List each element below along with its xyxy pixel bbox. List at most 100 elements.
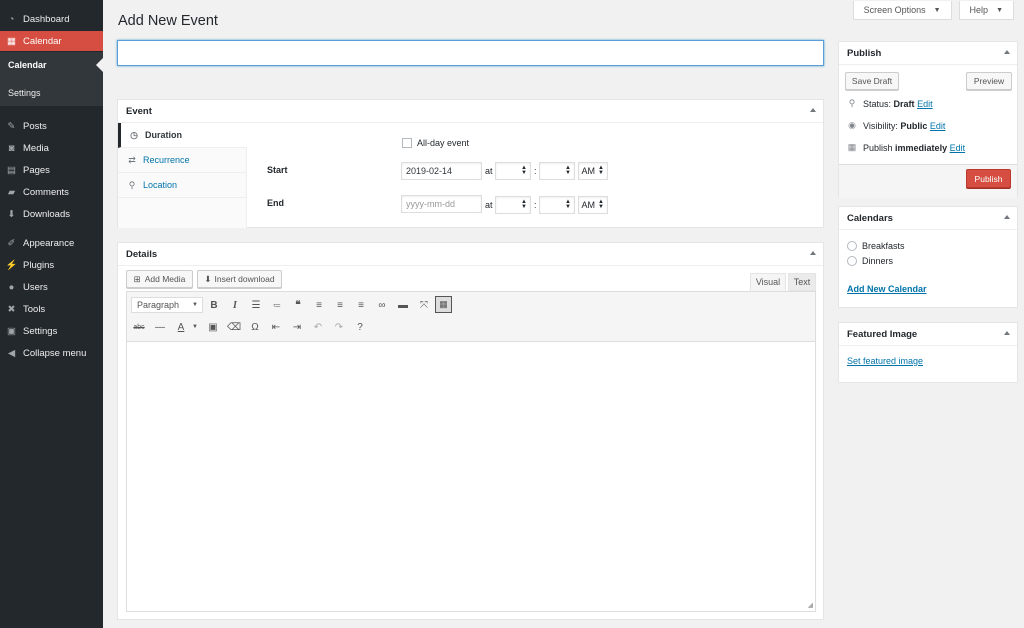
add-media-button[interactable]: ⊞ Add Media: [126, 270, 193, 288]
tab-duration[interactable]: ◷ Duration: [118, 123, 247, 148]
collapse-menu-button[interactable]: ◀ Collapse menu: [0, 343, 103, 363]
blockquote-icon[interactable]: ❝: [291, 298, 305, 312]
current-menu-arrow: [96, 58, 103, 72]
start-ampm-select[interactable]: AM ▲ ▼: [578, 162, 608, 180]
end-colon: :: [534, 200, 537, 210]
submenu-settings[interactable]: Settings: [8, 88, 41, 98]
indent-icon[interactable]: ⇥: [290, 320, 304, 334]
pin-icon: ⚲: [848, 98, 856, 108]
calendars-box: Calendars Breakfasts Dinners Add New Cal…: [838, 206, 1018, 308]
clear-formatting-icon[interactable]: ⌫: [227, 320, 241, 334]
sidebar-item-comments[interactable]: ▰ Comments: [0, 182, 103, 202]
resize-handle-icon[interactable]: ◢: [808, 601, 813, 609]
submenu-calendar[interactable]: Calendar: [8, 60, 47, 70]
outdent-icon[interactable]: ⇤: [269, 320, 283, 334]
collapse-icon: ◀: [7, 347, 16, 359]
toolbar-toggle-icon[interactable]: ▦: [435, 296, 452, 313]
tab-recurrence[interactable]: ⇄ Recurrence: [118, 148, 246, 173]
toggle-arrow-icon[interactable]: [810, 108, 816, 112]
start-at-label: at: [485, 166, 493, 176]
sidebar-item-pages[interactable]: ▤ Pages: [0, 160, 103, 180]
tab-location[interactable]: ⚲ Location: [118, 173, 246, 198]
align-right-icon[interactable]: ≡: [354, 298, 368, 312]
redo-icon[interactable]: ↷: [332, 320, 346, 334]
help-icon[interactable]: ?: [353, 320, 367, 334]
settings-icon: ▣: [7, 325, 16, 337]
toggle-arrow-icon[interactable]: [1004, 331, 1010, 335]
details-box-header[interactable]: Details: [118, 243, 823, 266]
publish-button[interactable]: Publish: [966, 169, 1011, 188]
start-hour-select[interactable]: ▲ ▼: [495, 162, 531, 180]
event-box: Event ◷ Duration ⇄ Recurrence ⚲ Location Al…: [117, 99, 824, 228]
strikethrough-icon[interactable]: abc: [132, 320, 146, 334]
sidebar-item-media[interactable]: ◙ Media: [0, 138, 103, 158]
event-box-header[interactable]: Event: [118, 100, 823, 123]
sidebar-item-plugins[interactable]: ⚡ Plugins: [0, 255, 103, 275]
sidebar-item-users[interactable]: ● Users: [0, 277, 103, 297]
tab-text[interactable]: Text: [788, 273, 816, 291]
all-day-checkbox[interactable]: [402, 138, 412, 148]
calendar-option-dinners[interactable]: Dinners: [847, 256, 893, 266]
content-editor[interactable]: ◢: [126, 342, 816, 612]
toggle-arrow-icon[interactable]: [1004, 50, 1010, 54]
screen-options-button[interactable]: Screen Options ▼: [852, 1, 952, 20]
end-minute-select[interactable]: ▲ ▼: [539, 196, 575, 214]
edit-visibility-link[interactable]: Edit: [930, 121, 946, 131]
publish-box-header[interactable]: Publish: [839, 42, 1017, 65]
sidebar-item-calendar[interactable]: ▦ Calendar: [0, 31, 103, 51]
end-ampm-select[interactable]: AM ▲ ▼: [578, 196, 608, 214]
end-hour-select[interactable]: ▲ ▼: [495, 196, 531, 214]
horizontal-line-icon[interactable]: —: [153, 320, 167, 334]
undo-icon[interactable]: ↶: [311, 320, 325, 334]
help-button[interactable]: Help ▼: [958, 1, 1014, 20]
sidebar-item-settings[interactable]: ▣ Settings: [0, 321, 103, 341]
radio-button[interactable]: [847, 241, 857, 251]
text-color-icon[interactable]: A: [174, 320, 188, 334]
featured-image-header[interactable]: Featured Image: [839, 323, 1017, 346]
admin-sidebar: ◔ Dashboard ▦ Calendar Calendar Settings ✎…: [0, 0, 103, 628]
italic-icon[interactable]: I: [228, 298, 242, 312]
clock-icon: ◷: [130, 129, 138, 140]
align-center-icon[interactable]: ≡: [333, 298, 347, 312]
read-more-icon[interactable]: ▬: [396, 298, 410, 312]
start-colon: :: [534, 166, 537, 176]
event-tabs: ◷ Duration ⇄ Recurrence ⚲ Location: [118, 123, 247, 228]
event-title-input[interactable]: [117, 40, 824, 66]
toggle-arrow-icon[interactable]: [810, 251, 816, 255]
fullscreen-icon[interactable]: ⤧: [417, 298, 431, 312]
all-day-label: All-day event: [417, 138, 470, 148]
sidebar-item-tools[interactable]: ✖ Tools: [0, 299, 103, 319]
sidebar-item-appearance[interactable]: ✐ Appearance: [0, 233, 103, 253]
special-character-icon[interactable]: Ω: [248, 320, 262, 334]
bold-icon[interactable]: B: [207, 298, 221, 312]
caret-down-icon: ▼: [933, 6, 941, 14]
sidebar-item-posts[interactable]: ✎ Posts: [0, 116, 103, 136]
chevron-down-icon[interactable]: ▼: [188, 320, 202, 334]
start-minute-select[interactable]: ▲ ▼: [539, 162, 575, 180]
edit-publish-time-link[interactable]: Edit: [950, 143, 966, 153]
format-select[interactable]: Paragraph ▼: [131, 297, 203, 313]
save-draft-button[interactable]: Save Draft: [845, 72, 899, 90]
radio-button[interactable]: [847, 256, 857, 266]
add-new-calendar-link[interactable]: Add New Calendar: [847, 284, 927, 294]
end-date-input[interactable]: yyyy-mm-dd: [401, 195, 482, 213]
caret-down-icon: ▼: [996, 6, 1003, 14]
start-date-input[interactable]: 2019-02-14: [401, 162, 482, 180]
numbered-list-icon[interactable]: ≔: [270, 298, 284, 312]
calendars-box-header[interactable]: Calendars: [839, 207, 1017, 230]
bullet-list-icon[interactable]: ☰: [249, 298, 263, 312]
paste-text-icon[interactable]: ▣: [206, 320, 220, 334]
align-left-icon[interactable]: ≡: [312, 298, 326, 312]
calendar-submenu: Calendar Settings: [0, 52, 103, 106]
edit-status-link[interactable]: Edit: [917, 99, 933, 109]
preview-button[interactable]: Preview: [966, 72, 1012, 90]
updown-arrows-icon: ▲ ▼: [565, 165, 571, 176]
tab-visual[interactable]: Visual: [750, 273, 786, 291]
sidebar-item-downloads[interactable]: ⬇ Downloads: [0, 204, 103, 224]
link-icon[interactable]: ∞: [375, 298, 389, 312]
insert-download-button[interactable]: ⬇ Insert download: [197, 270, 282, 288]
set-featured-image-link[interactable]: Set featured image: [847, 356, 923, 366]
toggle-arrow-icon[interactable]: [1004, 215, 1010, 219]
sidebar-item-dashboard[interactable]: ◔ Dashboard: [0, 9, 103, 29]
calendar-option-breakfasts[interactable]: Breakfasts: [847, 241, 905, 251]
